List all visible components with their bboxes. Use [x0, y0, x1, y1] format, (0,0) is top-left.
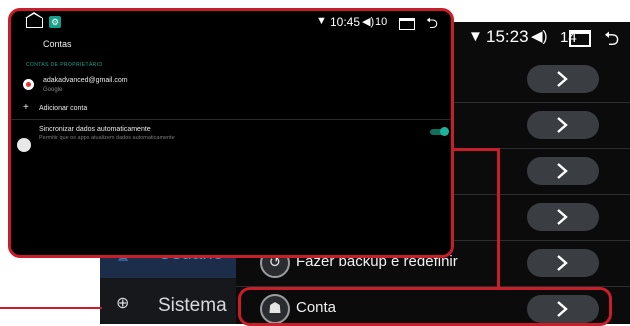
chevron-right-icon — [557, 117, 568, 133]
sync-setting-title[interactable]: Sincronizar dados automaticamente — [39, 126, 151, 133]
clock: 15:23 — [486, 27, 529, 46]
chevron-right-icon — [557, 163, 568, 179]
account-type: Google — [43, 87, 63, 93]
recents-icon[interactable] — [569, 30, 591, 47]
callout-connector-line — [452, 148, 500, 151]
volume-level: 10 — [375, 16, 388, 28]
auto-sync-toggle[interactable] — [430, 127, 449, 136]
volume-icon: ◀) — [362, 16, 375, 28]
page-title: Contas — [43, 39, 72, 49]
sidebar-item-label: Sistema — [158, 295, 227, 316]
chevron-right-icon — [557, 71, 568, 87]
google-icon — [23, 79, 34, 90]
recents-icon[interactable] — [399, 18, 415, 30]
sync-setting-description: Permitir que os apps atualizem dados aut… — [39, 135, 175, 141]
accounts-popup: ⚙ ▼ 10:45 ◀) 10 ⮌ Contas CONTAS DE PROPR… — [8, 8, 454, 258]
section-header: CONTAS DE PROPRIETÁRIO — [26, 62, 103, 68]
chevron-right-icon — [557, 209, 568, 225]
back-icon[interactable]: ⮌ — [426, 13, 438, 38]
chevron-right-button[interactable] — [527, 111, 599, 139]
home-icon[interactable] — [25, 12, 43, 28]
callout-connector-line — [497, 148, 500, 287]
wifi-icon: ▼ — [316, 15, 327, 27]
plus-icon[interactable]: + — [23, 102, 29, 113]
settings-app-icon: ⚙ — [49, 16, 61, 28]
volume-icon: ◀) — [531, 28, 548, 45]
back-icon[interactable]: ⮌ — [604, 25, 619, 57]
globe-icon: ⊕ — [116, 295, 130, 312]
sidebar-item-sistema[interactable]: ⊕ Sistema — [100, 278, 236, 324]
chevron-right-icon — [557, 255, 568, 271]
chevron-right-button[interactable] — [527, 157, 599, 185]
touch-indicator-icon — [17, 138, 31, 152]
chevron-right-button[interactable] — [527, 203, 599, 231]
divider — [11, 119, 451, 120]
wifi-icon: ▼ — [468, 28, 483, 45]
popup-status-bar: ⚙ ▼ 10:45 ◀) 10 ⮌ — [11, 11, 451, 35]
callout-pointer-line — [0, 307, 102, 309]
add-account-button[interactable]: Adicionar conta — [39, 105, 87, 112]
chevron-right-button[interactable] — [527, 65, 599, 93]
account-email[interactable]: adakadvanced@gmail.com — [43, 77, 128, 84]
clock: 10:45 — [330, 15, 361, 29]
chevron-right-button[interactable] — [527, 249, 599, 277]
conta-highlight-box — [238, 287, 612, 326]
